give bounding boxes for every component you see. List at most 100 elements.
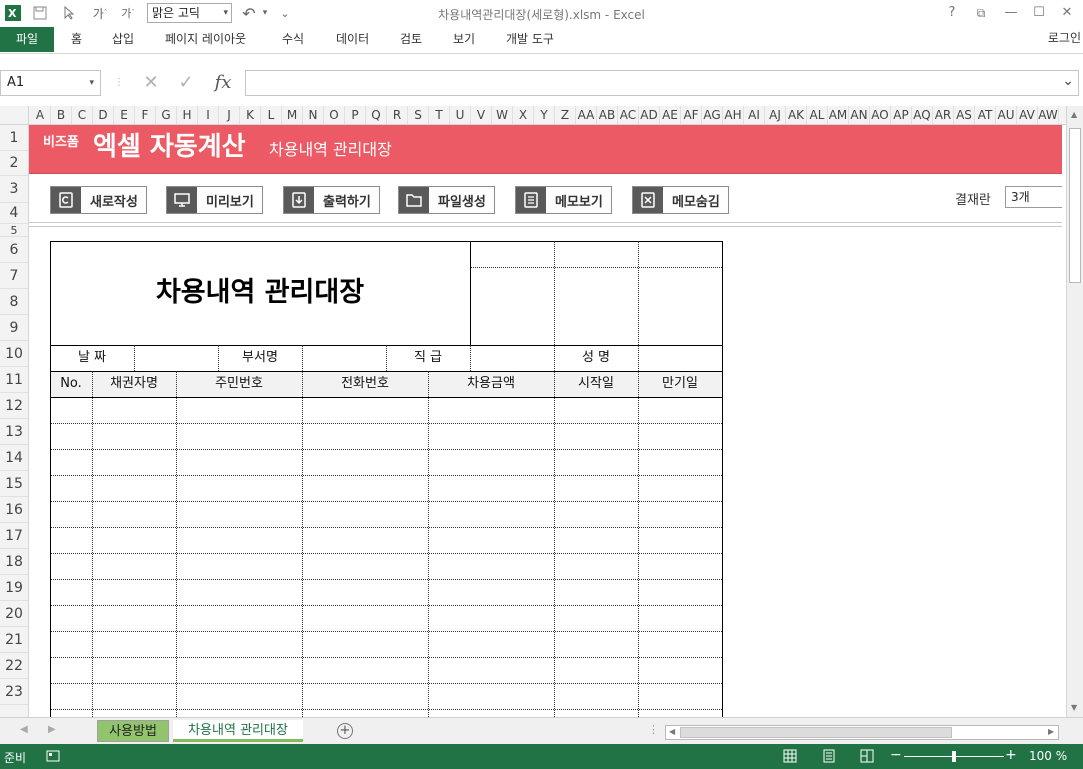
column-header-cell[interactable]: F [135, 106, 156, 124]
column-header-cell[interactable]: B [51, 106, 72, 124]
ribbon-display-icon[interactable]: ⧉ [970, 4, 992, 22]
row-header-cell[interactable]: 20 [0, 601, 28, 627]
scroll-right-icon[interactable]: ▶ [1048, 727, 1054, 736]
column-header-cell[interactable]: S [408, 106, 429, 124]
zoom-level[interactable]: 100 % [1029, 749, 1067, 763]
column-header-cell[interactable]: Q [366, 106, 387, 124]
row-header-cell[interactable]: 23 [0, 679, 28, 705]
column-header-cell[interactable]: AC [618, 106, 639, 124]
row-header-cell[interactable]: 6 [0, 237, 28, 263]
scroll-up-icon[interactable]: ▲ [1071, 110, 1077, 119]
row-header-cell[interactable]: 22 [0, 653, 28, 679]
row-header-cell[interactable]: 9 [0, 315, 28, 341]
cancel-icon[interactable]: ✕ [140, 72, 162, 94]
column-header-cell[interactable]: AT [975, 106, 996, 124]
tab-formulas[interactable]: 수식 [282, 27, 304, 52]
name-box[interactable]: A1 ▾ [0, 70, 101, 96]
expand-formula-icon[interactable]: ⌄ [1062, 73, 1074, 89]
tab-view[interactable]: 보기 [453, 27, 475, 52]
column-header-cell[interactable]: R [387, 106, 408, 124]
create-file-button[interactable]: 파일생성 [398, 186, 495, 214]
zoom-out-icon[interactable]: − [890, 747, 902, 763]
row-header-cell[interactable]: 13 [0, 419, 28, 445]
column-header-cell[interactable]: X [513, 106, 534, 124]
column-header-cell[interactable]: AW [1038, 106, 1059, 124]
row-header-cell[interactable]: 12 [0, 393, 28, 419]
column-header-cell[interactable]: AO [870, 106, 891, 124]
prev-sheet-icon[interactable]: ◀ [20, 724, 28, 735]
column-header-cell[interactable]: AD [639, 106, 660, 124]
column-header-cell[interactable]: AI [744, 106, 765, 124]
approval-select[interactable]: 3개 [1005, 186, 1062, 208]
row-header-cell[interactable]: 21 [0, 627, 28, 653]
row-header-cell[interactable]: 11 [0, 367, 28, 393]
row-header-cell[interactable]: 16 [0, 497, 28, 523]
tab-data[interactable]: 데이터 [336, 27, 369, 52]
column-header-cell[interactable]: P [345, 106, 366, 124]
column-header-cell[interactable]: AL [807, 106, 828, 124]
column-header-cell[interactable]: AG [702, 106, 723, 124]
close-icon[interactable]: ✕ [1056, 4, 1078, 22]
row-header-cell[interactable]: 8 [0, 289, 28, 315]
column-header-cell[interactable]: AF [681, 106, 702, 124]
row-header-cell[interactable]: 3 [0, 176, 28, 203]
save-icon[interactable] [30, 4, 50, 22]
column-header-cell[interactable]: U [450, 106, 471, 124]
column-header-cell[interactable]: V [471, 106, 492, 124]
hide-memo-button[interactable]: 메모숨김 [632, 186, 729, 214]
vertical-scrollbar[interactable]: ▲ ▼ [1066, 106, 1083, 717]
tab-home[interactable]: 홈 [71, 27, 82, 52]
column-header-cell[interactable]: AH [723, 106, 744, 124]
column-header-cell[interactable]: A [30, 106, 51, 124]
column-header-cell[interactable]: AU [996, 106, 1017, 124]
tab-page-layout[interactable]: 페이지 레이아웃 [165, 27, 246, 52]
scroll-left-icon[interactable]: ◀ [669, 727, 675, 736]
column-header-cell[interactable]: AM [828, 106, 849, 124]
show-memo-button[interactable]: 메모보기 [515, 186, 612, 214]
font-shrink-icon[interactable]: 가ˇ [118, 4, 138, 22]
row-header-cell[interactable]: 19 [0, 575, 28, 601]
redo-icon[interactable]: ↶ [240, 4, 258, 23]
column-header-cell[interactable]: AE [660, 106, 681, 124]
macro-record-icon[interactable] [46, 749, 60, 767]
preview-button[interactable]: 미리보기 [166, 186, 263, 214]
column-header-cell[interactable]: J [219, 106, 240, 124]
formula-input[interactable]: ⌄ [245, 70, 1079, 96]
tab-file[interactable]: 파일 [0, 27, 54, 52]
column-header-cell[interactable]: K [240, 106, 261, 124]
row-header-cell[interactable]: 17 [0, 523, 28, 549]
page-break-view-icon[interactable] [860, 749, 874, 767]
scroll-down-icon[interactable]: ▼ [1071, 703, 1077, 712]
customize-toolbar-icon[interactable]: ⌄ [278, 4, 292, 22]
column-header-cell[interactable]: H [177, 106, 198, 124]
sheet-tab-ledger[interactable]: 차용내역 관리대장 [173, 720, 303, 742]
column-header-cell[interactable]: AQ [912, 106, 933, 124]
row-header-cell[interactable]: 5 [0, 224, 28, 237]
login-link[interactable]: 로그인 [1048, 27, 1081, 52]
new-button[interactable]: 새로작성 [50, 186, 147, 214]
column-header-cell[interactable]: AB [597, 106, 618, 124]
normal-view-icon[interactable] [783, 749, 797, 767]
column-header-cell[interactable]: AS [954, 106, 975, 124]
column-header-cell[interactable]: Z [555, 106, 576, 124]
column-header-cell[interactable]: AV [1017, 106, 1038, 124]
worksheet[interactable]: 비즈폼 엑셀 자동계산 차용내역 관리대장 새로작성 미리보기 출력하기 파일생… [29, 125, 1062, 717]
column-header-cell[interactable]: C [72, 106, 93, 124]
font-grow-icon[interactable]: 가ˆ [90, 4, 110, 22]
tab-insert[interactable]: 삽입 [112, 27, 134, 52]
print-button[interactable]: 출력하기 [283, 186, 380, 214]
row-header-cell[interactable]: 10 [0, 341, 28, 367]
select-all-corner[interactable] [0, 106, 29, 124]
column-header-cell[interactable]: W [492, 106, 513, 124]
tab-developer[interactable]: 개발 도구 [506, 27, 554, 52]
column-header-cell[interactable]: AP [891, 106, 912, 124]
zoom-slider-thumb[interactable] [952, 751, 956, 762]
column-header-cell[interactable]: AR [933, 106, 954, 124]
column-header-cell[interactable]: T [429, 106, 450, 124]
pointer-icon[interactable] [60, 4, 80, 22]
font-name-select[interactable]: 맑은 고딕 ▾ [147, 3, 232, 23]
insert-function-icon[interactable]: fx [210, 72, 236, 94]
column-header-cell[interactable]: D [93, 106, 114, 124]
column-header-cell[interactable]: M [282, 106, 303, 124]
maximize-icon[interactable]: ☐ [1028, 4, 1050, 22]
